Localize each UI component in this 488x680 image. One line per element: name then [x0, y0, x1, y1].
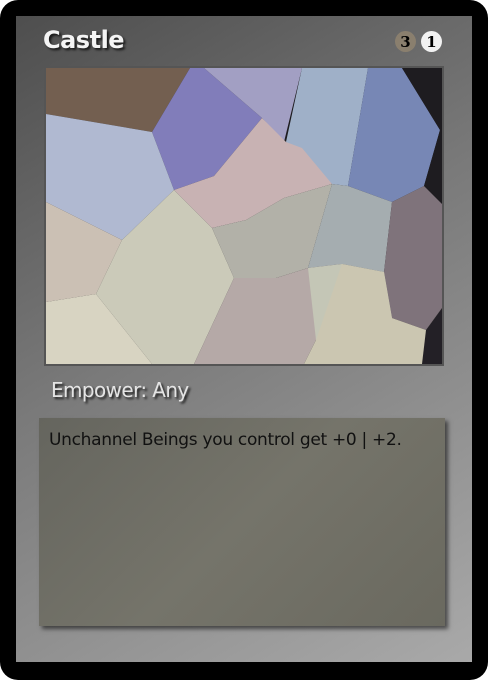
abstract-voronoi-art-icon [46, 68, 442, 364]
type-line: Empower: Any [51, 378, 189, 402]
mana-cost: 3 1 [395, 31, 442, 52]
card-title: Castle [43, 26, 125, 54]
white-cost-icon: 1 [421, 31, 442, 52]
card-art [44, 66, 444, 366]
rules-text: Unchannel Beings you control get +0 | +2… [49, 430, 402, 450]
generic-cost-icon: 3 [395, 31, 416, 52]
